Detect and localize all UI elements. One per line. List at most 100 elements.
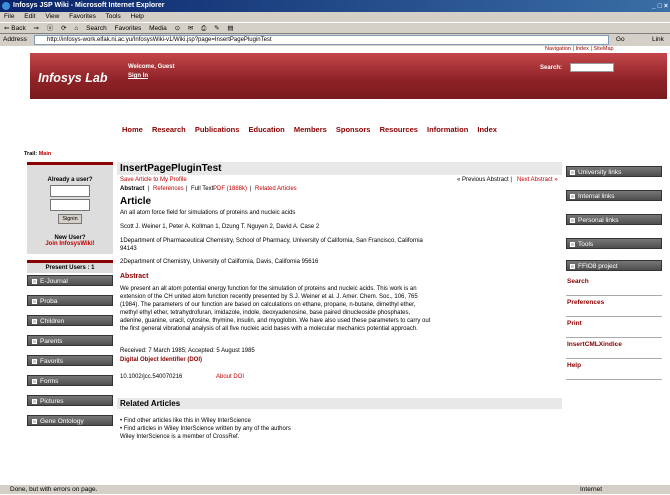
sidebar-item-internal-links[interactable]: Internal links xyxy=(566,190,662,201)
expand-icon xyxy=(32,298,37,304)
nav-index[interactable]: Index xyxy=(477,125,497,134)
sidebar-item-label: Forms xyxy=(40,378,59,385)
trail-label: Trail: xyxy=(24,151,38,157)
nav-publications[interactable]: Publications xyxy=(195,125,240,134)
username-input[interactable] xyxy=(50,185,90,197)
sidebar-item-proba[interactable]: Proba xyxy=(27,295,113,306)
page-viewport: Navigation | Index | SiteMap Infosys Lab… xyxy=(0,46,670,484)
mail-icon[interactable]: ✉ xyxy=(188,25,193,32)
media-button[interactable]: Media xyxy=(149,25,167,32)
separator: | xyxy=(148,186,150,192)
nav-sponsors[interactable]: Sponsors xyxy=(336,125,371,134)
header-search-input[interactable] xyxy=(570,63,614,72)
sidebar-item-gene-ontology[interactable]: Gene Ontology xyxy=(27,415,113,426)
login-title: Already a user? xyxy=(47,177,93,183)
sidebar-item-label: Personal links xyxy=(578,217,619,224)
favorites-button[interactable]: Favorites xyxy=(115,25,142,32)
save-article-link[interactable]: Save Article to My Profile xyxy=(120,177,187,183)
sidebar-item-forms[interactable]: Forms xyxy=(27,375,113,386)
expand-icon xyxy=(32,378,37,384)
sidebar-item-parents[interactable]: Parents xyxy=(27,335,113,346)
doi-value: 10.1002/jcc.540070216 xyxy=(120,374,183,380)
sidebar-item-university-links[interactable]: University links xyxy=(566,166,662,177)
sidebar-item-pictures[interactable]: Pictures xyxy=(27,395,113,406)
home-icon[interactable]: ⌂ xyxy=(74,25,78,32)
link-insertcmlxindice[interactable]: InsertCMLXindice xyxy=(566,338,662,359)
sidebar-item-tools[interactable]: Tools xyxy=(566,238,662,249)
site-header: Infosys Lab Welcome, Guest Sign In Searc… xyxy=(30,53,667,99)
header-signin-link[interactable]: Sign In xyxy=(128,73,148,79)
affiliation-2: 2Department of Chemistry, University of … xyxy=(120,259,319,265)
related-item[interactable]: • Find other articles like this in Wiley… xyxy=(120,418,251,424)
sidebar-item-label: E-Journal xyxy=(40,278,68,285)
menu-help[interactable]: Help xyxy=(131,13,144,20)
edit-icon[interactable]: ✎ xyxy=(214,25,219,32)
stop-icon[interactable]: ⓧ xyxy=(47,25,54,32)
next-abstract-link[interactable]: Next Abstract » xyxy=(517,177,558,183)
back-button[interactable]: ⇐ Back xyxy=(4,25,26,32)
sidebar-item-favorits[interactable]: Favorits xyxy=(27,355,113,366)
expand-icon xyxy=(32,278,37,284)
affiliation-1-zip: 94143 xyxy=(120,246,137,252)
print-icon[interactable]: ⎙ xyxy=(201,25,206,32)
menu-bar: File Edit View Favorites Tools Help xyxy=(0,12,670,22)
links-button[interactable]: Link xyxy=(652,34,664,46)
abstract-heading: Abstract xyxy=(120,273,149,280)
forward-button[interactable]: ⇒ xyxy=(34,25,39,32)
nav-research[interactable]: Research xyxy=(152,125,186,134)
password-input[interactable] xyxy=(50,199,90,211)
nav-information[interactable]: Information xyxy=(427,125,468,134)
menu-favorites[interactable]: Favorites xyxy=(69,13,96,20)
menu-tools[interactable]: Tools xyxy=(106,13,121,20)
top-links[interactable]: Navigation | Index | SiteMap xyxy=(545,46,614,52)
sidebar-item-label: FFIO8 project xyxy=(578,263,618,270)
history-icon[interactable]: ⊙ xyxy=(175,25,180,32)
sidebar-item-project[interactable]: FFIO8 project xyxy=(566,260,662,271)
article-title: An all atom force field for simulations … xyxy=(120,210,296,216)
ie-logo-icon xyxy=(2,2,10,10)
tab-fulltext: Full Text: xyxy=(191,186,215,192)
link-search[interactable]: Search xyxy=(566,275,662,296)
tab-references[interactable]: References xyxy=(153,186,184,192)
status-text: Done, but with errors on page. xyxy=(10,486,98,493)
go-button[interactable]: Go xyxy=(616,34,625,46)
tab-pdf[interactable]: PDF (1888k) xyxy=(213,186,247,192)
about-doi-link[interactable]: About DOI xyxy=(216,374,244,380)
menu-view[interactable]: View xyxy=(45,13,59,20)
address-bar: Address http://infosys-work.elfak.ni.ac.… xyxy=(0,34,670,46)
sidebar-item-label: Proba xyxy=(40,298,58,305)
related-item[interactable]: • Find articles in Wiley InterScience wr… xyxy=(120,426,291,432)
discuss-icon[interactable]: ▤ xyxy=(227,25,233,32)
site-logo: Infosys Lab xyxy=(38,71,108,85)
title-bar: Infosys JSP Wiki - Microsoft Internet Ex… xyxy=(0,0,670,12)
abstract-line: the first general vibrational analysis o… xyxy=(120,326,418,332)
toolbar: ⇐ Back ⇒ ⓧ ⟳ ⌂ Search Favorites Media ⊙ … xyxy=(0,22,670,34)
separator: | xyxy=(250,186,252,192)
sidebar-item-label: Favorits xyxy=(40,358,64,365)
address-input[interactable]: http://infosys-work.elfak.ni.ac.yu/Infos… xyxy=(34,35,609,45)
prev-abstract-link[interactable]: « Previous Abstract | xyxy=(457,177,512,183)
trail-main-link[interactable]: Main xyxy=(39,151,52,157)
nav-members[interactable]: Members xyxy=(294,125,327,134)
expand-icon xyxy=(32,338,37,344)
link-print[interactable]: Print xyxy=(566,317,662,338)
search-button[interactable]: Search xyxy=(86,25,107,32)
sidebar-item-children[interactable]: Children xyxy=(27,315,113,326)
sidebar-item-ejournal[interactable]: E-Journal xyxy=(27,275,113,286)
welcome-text: Welcome, Guest xyxy=(128,64,175,70)
menu-edit[interactable]: Edit xyxy=(24,13,35,20)
signin-button[interactable]: Signin xyxy=(58,214,82,224)
tab-related-articles[interactable]: Related Articles xyxy=(255,186,297,192)
link-preferences[interactable]: Preferences xyxy=(566,296,662,317)
nav-resources[interactable]: Resources xyxy=(380,125,418,134)
nav-education[interactable]: Education xyxy=(249,125,285,134)
menu-file[interactable]: File xyxy=(4,13,14,20)
related-heading-bar xyxy=(117,398,562,409)
right-sidebar: University links Internal links Personal… xyxy=(566,162,662,380)
nav-home[interactable]: Home xyxy=(122,125,143,134)
status-bar: Done, but with errors on page. Internet xyxy=(0,484,670,494)
sidebar-item-personal-links[interactable]: Personal links xyxy=(566,214,662,225)
link-help[interactable]: Help xyxy=(566,359,662,380)
sidebar-item-label: Internal links xyxy=(578,193,615,200)
refresh-icon[interactable]: ⟳ xyxy=(61,25,66,32)
